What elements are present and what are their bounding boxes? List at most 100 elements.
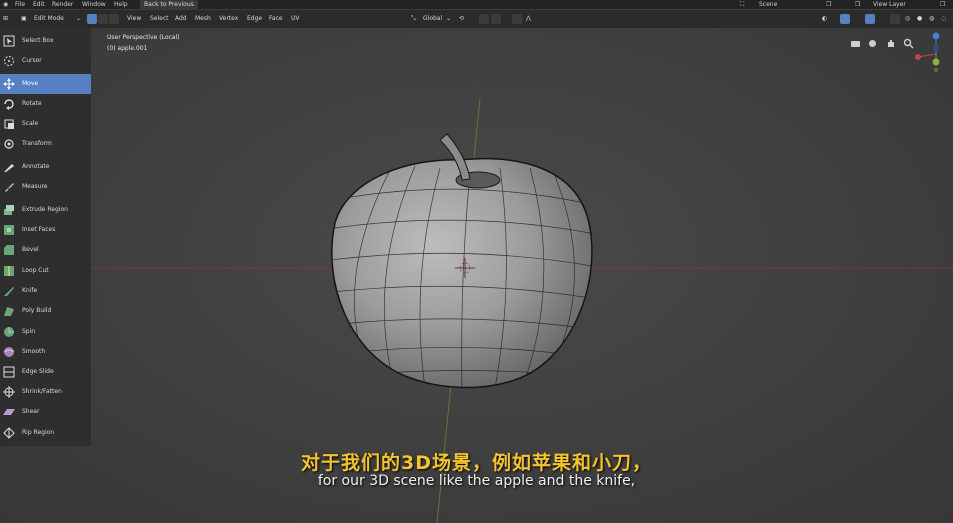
menu-add[interactable]: Add [175, 10, 187, 28]
transform-icon [3, 138, 15, 150]
tool-select-box[interactable]: Select Box [0, 31, 91, 51]
tool-loop-cut[interactable]: Loop Cut [0, 261, 91, 281]
tool-annotate[interactable]: Annotate [0, 157, 91, 177]
move-icon [3, 78, 15, 90]
select-box-icon [3, 35, 15, 47]
loop-cut-icon [3, 265, 15, 277]
tool-rotate[interactable]: Rotate [0, 94, 91, 114]
visibility-icon[interactable]: ◐ [822, 10, 827, 28]
scene-name[interactable]: Scene [759, 0, 777, 9]
tool-transform[interactable]: Transform [0, 134, 91, 154]
scene-copy-icon[interactable]: ❐ [826, 0, 831, 9]
menu-edit[interactable]: Edit [33, 0, 45, 9]
zoom-icon[interactable] [903, 34, 914, 49]
tool-shelf: Select Box Cursor Move Rotate Scale Transform… [0, 28, 91, 446]
subtitle-chinese: 对于我们的3D场景，例如苹果和小刀， [301, 452, 652, 474]
tool-shear[interactable]: Shear [0, 402, 91, 422]
view-layer-name[interactable]: View Layer [873, 0, 906, 9]
tool-bevel[interactable]: Bevel [0, 240, 91, 260]
overlay-icon[interactable] [865, 14, 875, 24]
viewport-header: ⊞ ▣ Edit Mode ⌄ View Select Add Mesh Ver… [0, 10, 953, 28]
pan-hand-icon[interactable] [885, 34, 896, 47]
blender-logo-icon[interactable]: ◉ [3, 0, 8, 9]
gizmo-icon[interactable] [840, 14, 850, 24]
tool-inset-faces[interactable]: Inset Faces [0, 220, 91, 240]
shading-wireframe-icon[interactable]: ◎ [905, 10, 910, 28]
tool-label: Smooth [22, 348, 46, 355]
scene-icon[interactable]: ⛶ [740, 0, 744, 9]
shading-solid-icon[interactable]: ● [917, 10, 922, 28]
scale-icon [3, 118, 15, 130]
tool-smooth[interactable]: Smooth [0, 342, 91, 362]
toggle-camera-icon[interactable] [850, 34, 861, 47]
editor-type-icon[interactable]: ⊞ [3, 10, 8, 28]
orientation-icon[interactable]: ⤡ [411, 10, 416, 28]
menu-vertex[interactable]: Vertex [219, 10, 238, 28]
poly-build-icon [3, 305, 15, 317]
object-name: (0) apple.001 [107, 45, 148, 52]
menu-face[interactable]: Face [269, 10, 283, 28]
inset-faces-icon [3, 224, 15, 236]
tool-label: Poly Build [22, 307, 52, 314]
navigation-gizmo[interactable] [912, 32, 942, 72]
tool-shrink-fatten[interactable]: Shrink/Fatten [0, 382, 91, 402]
tool-label: Transform [22, 140, 52, 147]
snap-target-icon[interactable] [491, 14, 501, 24]
shear-icon [3, 406, 15, 418]
tool-scale[interactable]: Scale [0, 114, 91, 134]
xray-icon[interactable] [890, 14, 900, 24]
smooth-icon [3, 346, 15, 358]
falloff-icon[interactable]: ⋀ [526, 10, 531, 28]
tool-measure[interactable]: Measure [0, 177, 91, 197]
menu-uv[interactable]: UV [291, 10, 300, 28]
menu-window[interactable]: Window [82, 0, 106, 9]
tool-label: Edge Slide [22, 368, 54, 375]
proportional-edit-icon[interactable] [512, 14, 522, 24]
mode-dropdown-icon[interactable]: ▣ [21, 10, 27, 28]
snap-icon[interactable] [479, 14, 489, 24]
mode-select[interactable]: Edit Mode [34, 10, 64, 28]
apple-mesh [331, 133, 593, 389]
tool-poly-build[interactable]: Poly Build [0, 301, 91, 321]
menu-render[interactable]: Render [52, 0, 73, 9]
cursor-icon [3, 55, 15, 67]
tool-spin[interactable]: Spin [0, 322, 91, 342]
tool-edge-slide[interactable]: Edge Slide [0, 362, 91, 382]
tool-label: Rotate [22, 100, 42, 107]
tool-knife[interactable]: Knife [0, 281, 91, 301]
orientation-select[interactable]: Global [423, 10, 442, 28]
face-select-icon[interactable] [109, 14, 119, 24]
menu-edge[interactable]: Edge [247, 10, 262, 28]
tool-label: Shear [22, 408, 40, 415]
tool-label: Loop Cut [22, 267, 49, 274]
tool-label: Spin [22, 328, 36, 335]
subtitle-english: for our 3D scene like the apple and the … [317, 473, 636, 489]
tool-label: Extrude Region [22, 206, 68, 213]
shading-material-icon[interactable]: ◍ [929, 10, 934, 28]
tool-rip-region[interactable]: Rip Region [0, 423, 91, 443]
menu-help[interactable]: Help [114, 0, 128, 9]
shading-rendered-icon[interactable]: ◌ [941, 10, 946, 28]
view-layer-icon[interactable]: ❐ [855, 0, 860, 9]
menu-mesh[interactable]: Mesh [195, 10, 211, 28]
rip-region-icon [3, 427, 15, 439]
annotate-icon [3, 161, 15, 173]
tool-cursor[interactable]: Cursor [0, 51, 91, 71]
camera-view-icon[interactable] [867, 34, 878, 47]
menu-file[interactable]: File [15, 0, 25, 9]
viewport-info: User Perspective (Local) (0) apple.001 [107, 32, 179, 54]
menu-select[interactable]: Select [150, 10, 169, 28]
tool-label: Rip Region [22, 429, 55, 436]
view-layer-copy-icon[interactable]: ❐ [940, 0, 945, 9]
vertex-select-icon[interactable] [87, 14, 97, 24]
tool-label: Cursor [22, 57, 42, 64]
tool-extrude-region[interactable]: Extrude Region [0, 200, 91, 220]
tool-label: Move [22, 80, 39, 87]
tool-move[interactable]: Move [0, 74, 91, 94]
pivot-icon[interactable]: ⟲ [459, 10, 464, 28]
back-to-previous-button[interactable]: Back to Previous [140, 0, 198, 9]
menu-view[interactable]: View [127, 10, 141, 28]
view-name: User Perspective (Local) [107, 34, 180, 41]
tool-label: Shrink/Fatten [22, 388, 62, 395]
edge-select-icon[interactable] [98, 14, 108, 24]
